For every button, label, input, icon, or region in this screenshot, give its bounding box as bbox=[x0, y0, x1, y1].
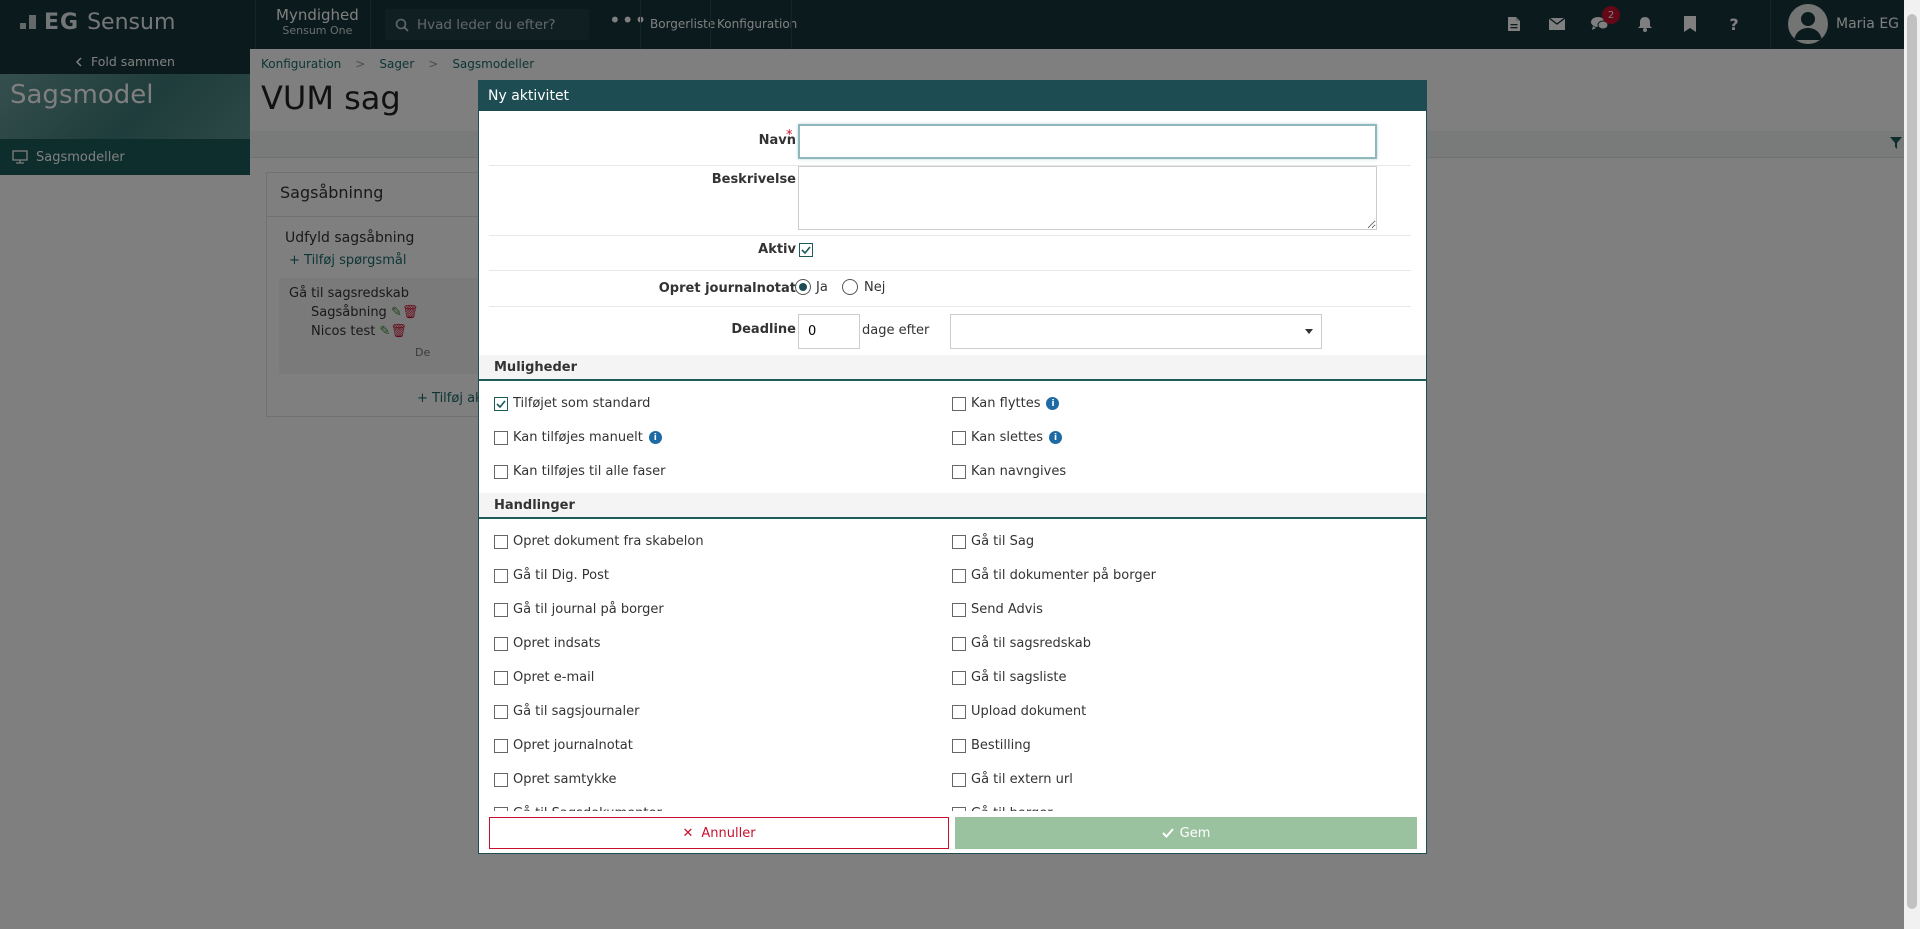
deadline-reference-select[interactable] bbox=[950, 314, 1322, 349]
handlinger-checkbox[interactable] bbox=[494, 671, 508, 685]
handlinger-checkbox[interactable] bbox=[952, 739, 966, 753]
new-activity-dialog: Ny aktivitet Navn * Beskrivelse Aktiv Op… bbox=[478, 80, 1427, 854]
dialog-footer: ✕ Annuller Gem bbox=[479, 811, 1426, 853]
info-icon[interactable]: i bbox=[1048, 431, 1062, 444]
beskrivelse-textarea[interactable] bbox=[798, 166, 1377, 230]
close-icon: ✕ bbox=[682, 825, 694, 841]
handlinger-label[interactable]: Gå til dokumenter på borger bbox=[971, 568, 1156, 583]
handlinger-checkbox[interactable] bbox=[952, 569, 966, 583]
handlinger-label[interactable]: Gå til extern url bbox=[971, 772, 1073, 787]
muligheder-checkbox[interactable] bbox=[494, 465, 508, 479]
handlinger-checkbox[interactable] bbox=[494, 637, 508, 651]
handlinger-label[interactable]: Gå til Sag bbox=[971, 534, 1034, 549]
handlinger-label[interactable]: Gå til sagsredskab bbox=[971, 636, 1091, 651]
journal-yes-label[interactable]: Ja bbox=[816, 280, 828, 295]
handlinger-label[interactable]: Gå til Dig. Post bbox=[513, 568, 609, 583]
beskrivelse-label: Beskrivelse bbox=[711, 172, 796, 187]
handlinger-label[interactable]: Gå til sagsliste bbox=[971, 670, 1066, 685]
muligheder-label[interactable]: Kan navngives bbox=[971, 464, 1066, 479]
handlinger-label[interactable]: Opret samtykke bbox=[513, 772, 617, 787]
muligheder-checkbox[interactable] bbox=[952, 397, 966, 411]
handlinger-checkbox[interactable] bbox=[952, 637, 966, 651]
muligheder-checkbox[interactable] bbox=[494, 431, 508, 445]
save-button[interactable]: Gem bbox=[955, 817, 1417, 849]
page-scrollbar[interactable] bbox=[1904, 0, 1920, 929]
checkmark-icon bbox=[1161, 828, 1174, 838]
handlinger-label[interactable]: Opret e-mail bbox=[513, 670, 594, 685]
handlinger-label[interactable]: Opret journalnotat bbox=[513, 738, 633, 753]
deadline-label: Deadline bbox=[731, 322, 796, 337]
handlinger-label[interactable]: Upload dokument bbox=[971, 704, 1086, 719]
navn-input[interactable] bbox=[798, 124, 1377, 159]
checkmark-icon bbox=[801, 246, 811, 254]
handlinger-label[interactable]: Gå til journal på borger bbox=[513, 602, 664, 617]
handlinger-checkbox[interactable] bbox=[494, 773, 508, 787]
journal-yes-radio[interactable] bbox=[795, 279, 811, 295]
handlinger-checkbox[interactable] bbox=[494, 739, 508, 753]
journal-no-radio[interactable] bbox=[842, 279, 858, 295]
muligheder-checkbox[interactable] bbox=[952, 431, 966, 445]
muligheder-label[interactable]: Kan tilføjes til alle faser bbox=[513, 464, 665, 479]
handlinger-checkbox[interactable] bbox=[494, 603, 508, 617]
handlinger-checkbox[interactable] bbox=[952, 705, 966, 719]
required-marker: * bbox=[786, 128, 793, 143]
muligheder-label[interactable]: Kan flyttes i bbox=[971, 396, 1060, 411]
info-icon[interactable]: i bbox=[1046, 397, 1060, 410]
muligheder-checkbox[interactable] bbox=[952, 465, 966, 479]
handlinger-checkbox[interactable] bbox=[952, 773, 966, 787]
journal-no-label[interactable]: Nej bbox=[864, 280, 885, 295]
muligheder-label[interactable]: Tilføjet som standard bbox=[513, 396, 650, 411]
muligheder-label[interactable]: Kan slettes i bbox=[971, 430, 1062, 445]
muligheder-section-header: Muligheder bbox=[479, 355, 1426, 381]
handlinger-checkbox[interactable] bbox=[952, 603, 966, 617]
muligheder-label[interactable]: Kan tilføjes manuelt i bbox=[513, 430, 662, 445]
info-icon[interactable]: i bbox=[648, 431, 662, 444]
handlinger-checkbox[interactable] bbox=[952, 535, 966, 549]
deadline-days-input[interactable] bbox=[798, 314, 860, 349]
cancel-label: Annuller bbox=[701, 825, 756, 841]
handlinger-section-header: Handlinger bbox=[479, 493, 1426, 519]
checkmark-icon bbox=[496, 400, 506, 408]
aktiv-label: Aktiv bbox=[758, 242, 796, 257]
aktiv-checkbox[interactable] bbox=[799, 243, 813, 257]
handlinger-checkbox[interactable] bbox=[494, 569, 508, 583]
chevron-down-icon bbox=[1305, 329, 1313, 334]
scrollbar-thumb[interactable] bbox=[1907, 14, 1917, 909]
handlinger-label[interactable]: Bestilling bbox=[971, 738, 1031, 753]
handlinger-checkbox[interactable] bbox=[494, 535, 508, 549]
deadline-suffix: dage efter bbox=[862, 323, 930, 338]
cancel-button[interactable]: ✕ Annuller bbox=[489, 817, 949, 849]
handlinger-label[interactable]: Send Advis bbox=[971, 602, 1043, 617]
dialog-body: Navn * Beskrivelse Aktiv Opret journalno… bbox=[479, 111, 1426, 811]
muligheder-checkbox[interactable] bbox=[494, 397, 508, 411]
handlinger-label[interactable]: Opret dokument fra skabelon bbox=[513, 534, 704, 549]
handlinger-label[interactable]: Opret indsats bbox=[513, 636, 600, 651]
journalnotat-label: Opret journalnotat bbox=[658, 281, 796, 296]
handlinger-checkbox[interactable] bbox=[952, 671, 966, 685]
dialog-title: Ny aktivitet bbox=[479, 81, 1426, 111]
save-label: Gem bbox=[1179, 825, 1211, 841]
handlinger-label[interactable]: Gå til sagsjournaler bbox=[513, 704, 639, 719]
handlinger-checkbox[interactable] bbox=[494, 705, 508, 719]
